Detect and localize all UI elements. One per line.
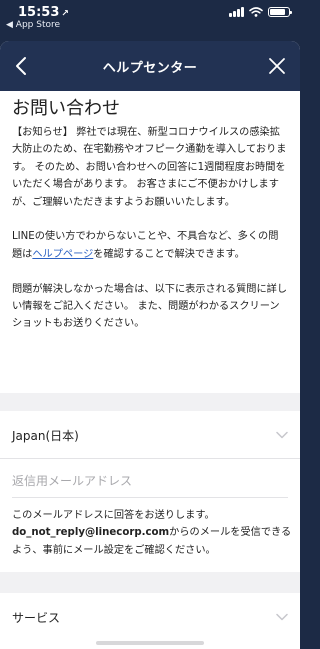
- help-page-link[interactable]: ヘルプページ: [32, 249, 93, 260]
- section-divider: [0, 572, 300, 593]
- close-icon[interactable]: [267, 56, 287, 76]
- cellular-signal-icon: [229, 7, 244, 17]
- help-suffix: を確認することで解決できます。: [93, 248, 245, 260]
- help-paragraph: LINEの使い方でわからないことや、不具合など、多くの問題はヘルプページを確認す…: [12, 228, 288, 263]
- country-selector[interactable]: Japan(日本): [0, 411, 300, 459]
- status-bar: 15:53 ↗ ◀ App Store: [0, 0, 300, 36]
- nav-title: ヘルプセンター: [102, 61, 198, 76]
- chevron-down-icon: [276, 613, 288, 621]
- location-icon: ↗: [61, 9, 69, 19]
- navigation-bar: ヘルプセンター: [0, 41, 300, 91]
- help-center-sheet: ヘルプセンター お問い合わせ 【お知らせ】 弊社では現在、新型コロナウイルスの感…: [0, 41, 300, 649]
- email-divider: [12, 497, 288, 498]
- status-indicators: [229, 7, 292, 17]
- status-time: 15:53 ↗: [18, 5, 69, 20]
- battery-level: [270, 9, 285, 15]
- service-label: サービス: [12, 611, 61, 625]
- notice-body: 【お知らせ】 弊社では現在、新型コロナウイルスの感染拡大防止のため、在宅勤務やオ…: [12, 124, 288, 333]
- chevron-down-icon: [276, 431, 288, 439]
- notice-paragraph: 【お知らせ】 弊社では現在、新型コロナウイルスの感染拡大防止のため、在宅勤務やオ…: [12, 127, 287, 208]
- detail-paragraph: 問題が解決しなかった場合は、以下に表示される質問に詳しい情報をご記入ください。 …: [12, 283, 288, 330]
- wifi-icon: [249, 7, 263, 17]
- page-title: お問い合わせ: [12, 98, 120, 119]
- back-to-app-store[interactable]: ◀ App Store: [6, 20, 60, 30]
- email-note-line: このメールアドレスに回答をお送りします。: [12, 510, 215, 521]
- battery-icon: [268, 7, 292, 17]
- country-value: Japan(日本): [12, 429, 79, 443]
- section-divider: [0, 393, 300, 411]
- email-note: このメールアドレスに回答をお送りします。 do_not_reply@lineco…: [12, 507, 292, 559]
- home-indicator: [96, 641, 204, 645]
- sender-address: do_not_reply@linecorp.com: [12, 527, 170, 539]
- service-selector[interactable]: サービス: [0, 593, 300, 641]
- status-time-text: 15:53: [18, 5, 60, 20]
- reply-email-input[interactable]: [12, 461, 288, 501]
